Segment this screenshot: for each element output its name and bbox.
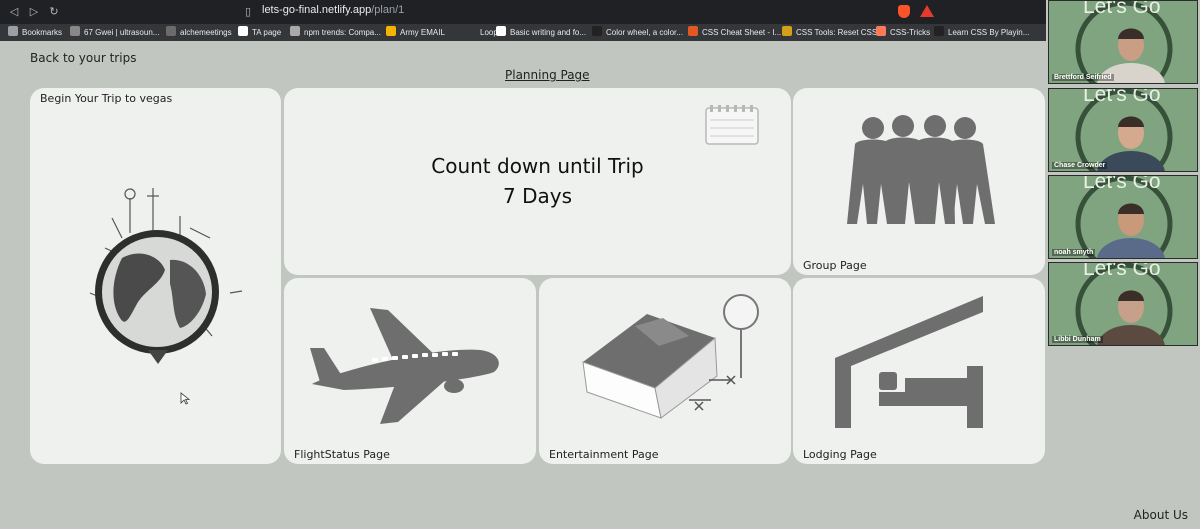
participant-name: noah smyth xyxy=(1052,249,1096,256)
bookmark-label: npm trends: Compa... xyxy=(304,28,381,37)
url-domain: lets-go-final.netlify.app xyxy=(262,4,372,16)
group-page-label: Group Page xyxy=(803,259,867,272)
countdown-card: Count down until Trip 7 Days xyxy=(284,88,791,275)
flight-card[interactable]: FlightStatus Page xyxy=(284,278,536,464)
bookmark-icon[interactable]: ▯ xyxy=(240,4,256,20)
page-title[interactable]: Planning Page xyxy=(505,68,590,82)
bookmark-favicon-icon xyxy=(876,26,886,36)
bookmark-label: Basic writing and fo... xyxy=(510,28,587,37)
bookmark-item[interactable]: alchemeetings xyxy=(166,26,232,39)
bookmark-label: Color wheel, a color... xyxy=(606,28,683,37)
reload-icon[interactable]: ↻ xyxy=(46,4,62,20)
bookmark-label: CSS-Tricks xyxy=(890,28,931,37)
bookmark-item[interactable]: CSS Cheat Sheet - I... xyxy=(688,26,781,39)
bookmark-label: Army EMAIL xyxy=(400,28,445,37)
bookmark-favicon-icon xyxy=(386,26,396,36)
bookmark-favicon-icon xyxy=(290,26,300,36)
tile-brand: Let's Go xyxy=(1083,175,1161,193)
bookmark-label: CSS Tools: Reset CSS xyxy=(796,28,878,37)
tile-brand: Let's Go xyxy=(1083,0,1161,18)
begin-trip-card[interactable]: Begin Your Trip to vegas xyxy=(30,88,281,464)
bookmark-item[interactable]: Army EMAIL xyxy=(386,26,445,39)
back-to-trips-link[interactable]: Back to your trips xyxy=(30,51,136,65)
group-card[interactable]: Group Page xyxy=(793,88,1045,275)
brave-shield-icon[interactable] xyxy=(898,5,910,18)
bookmark-favicon-icon xyxy=(592,26,602,36)
countdown-value: 7 Days xyxy=(503,184,572,208)
bookmark-item[interactable]: CSS Tools: Reset CSS xyxy=(782,26,877,39)
globe-landmarks-icon xyxy=(89,188,243,364)
bookmark-favicon-icon xyxy=(496,26,506,36)
mouse-cursor-icon xyxy=(180,392,190,405)
participant-name: Chase Crowder xyxy=(1052,162,1108,169)
bookmark-favicon-icon xyxy=(934,26,944,36)
video-tile[interactable]: Let's Go noah smyth xyxy=(1048,175,1198,259)
bookmark-item[interactable]: npm trends: Compa... xyxy=(290,26,381,39)
bookmark-favicon-icon xyxy=(782,26,792,36)
bookmark-favicon-icon xyxy=(166,26,176,36)
group-people-icon xyxy=(847,115,995,224)
bookmark-label: alchemeetings xyxy=(180,28,232,37)
restaurant-building-icon xyxy=(582,294,759,419)
participant-name: Libbi Dunham xyxy=(1052,336,1103,343)
tile-brand: Let's Go xyxy=(1083,88,1161,106)
rewards-triangle-icon[interactable] xyxy=(920,5,934,17)
bookmark-item[interactable]: Color wheel, a color... xyxy=(592,26,683,39)
bookmark-item[interactable]: CSS-Tricks xyxy=(876,26,930,39)
bookmark-item[interactable]: TA page xyxy=(238,26,281,39)
bookmark-favicon-icon xyxy=(688,26,698,36)
bookmark-item[interactable]: Bookmarks xyxy=(8,26,62,39)
bookmark-favicon-icon xyxy=(238,26,248,36)
url-text: lets-go-final.netlify.app/plan/1 xyxy=(262,4,404,16)
countdown-heading: Count down until Trip xyxy=(431,154,644,178)
browser-toolbar: ◁ ▷ ↻ ▯ lets-go-final.netlify.app/plan/1 xyxy=(0,0,1046,24)
participant-name: Brettford Seifried xyxy=(1052,74,1114,81)
bed-house-icon xyxy=(835,296,983,428)
bookmark-label: Bookmarks xyxy=(22,28,63,37)
video-tile[interactable]: Let's Go Brettford Seifried xyxy=(1048,0,1198,84)
entertainment-card[interactable]: Entertainment Page xyxy=(539,278,791,464)
lodging-page-label: Lodging Page xyxy=(803,448,877,461)
airplane-icon xyxy=(310,308,499,424)
bookmark-favicon-icon xyxy=(70,26,80,36)
calendar-icon xyxy=(705,105,759,145)
bookmark-favicon-icon xyxy=(8,26,18,36)
bookmarks-bar: Bookmarks 67 Gwei | ultrasoun... alchemeet… xyxy=(0,24,1046,41)
flight-page-label: FlightStatus Page xyxy=(294,448,390,461)
tile-brand: Let's Go xyxy=(1083,262,1161,280)
bookmark-label: 67 Gwei | ultrasoun... xyxy=(84,28,160,37)
bookmark-label: Learn CSS By Playin... xyxy=(948,28,1030,37)
url-path: /plan/1 xyxy=(371,4,405,16)
bookmark-item[interactable]: 67 Gwei | ultrasoun... xyxy=(70,26,159,39)
bookmark-favicon-icon xyxy=(466,26,476,36)
entertainment-page-label: Entertainment Page xyxy=(549,448,659,461)
bookmark-label: CSS Cheat Sheet - I... xyxy=(702,28,782,37)
forward-arrow-icon[interactable]: ▷ xyxy=(26,4,42,20)
back-arrow-icon[interactable]: ◁ xyxy=(6,4,22,20)
bookmark-label: TA page xyxy=(252,28,282,37)
video-tile[interactable]: Let's Go Chase Crowder xyxy=(1048,88,1198,172)
bookmark-item[interactable]: Basic writing and fo... xyxy=(496,26,586,39)
video-tile[interactable]: Let's Go Libbi Dunham xyxy=(1048,262,1198,346)
lodging-card[interactable]: Lodging Page xyxy=(793,278,1045,464)
about-us-link[interactable]: About Us xyxy=(1134,508,1188,522)
address-bar[interactable]: ▯ lets-go-final.netlify.app/plan/1 xyxy=(240,3,940,21)
bookmark-item[interactable]: Learn CSS By Playin... xyxy=(934,26,1029,39)
